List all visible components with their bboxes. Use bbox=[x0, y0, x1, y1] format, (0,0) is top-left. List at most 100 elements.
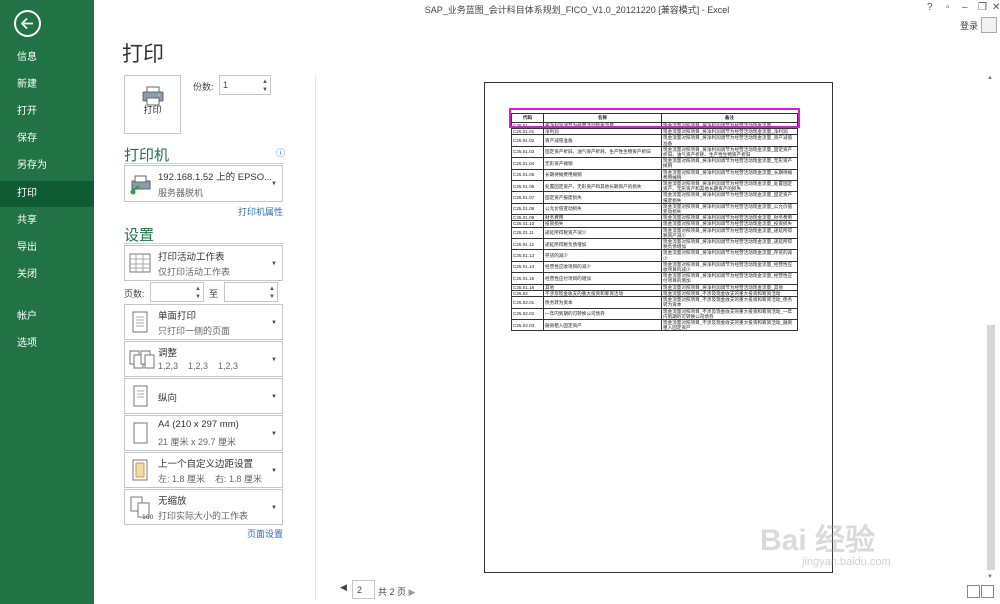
printer-divider bbox=[124, 163, 284, 164]
table-row: C25.01.06 处置固定资产、无形资产和其他长期资产的损失 现金流量对照项目_将… bbox=[511, 180, 798, 193]
print-button[interactable]: 打印 bbox=[124, 75, 181, 134]
print-what-select[interactable]: 打印活动工作表 仅打印活动工作表 ▼ bbox=[124, 245, 283, 281]
table-row: C25.01.08 公允价值变动损失 现金流量对照项目_将净利润调节为经营活动现金流… bbox=[511, 202, 798, 216]
chevron-down-icon: ▼ bbox=[271, 394, 277, 400]
scroll-down-icon[interactable]: ▼ bbox=[987, 574, 993, 580]
close-button[interactable]: ✕ bbox=[992, 2, 1000, 13]
table-row: C25.01.02 资产减值准备 现金流量对照项目_将净利润调节为经营活动现金流量_… bbox=[511, 134, 798, 147]
paper-size-select[interactable]: A4 (210 x 297 mm) 21 厘米 x 29.7 厘米 ▼ bbox=[124, 415, 283, 451]
collate-select[interactable]: 调整 1,2,3 1,2,3 1,2,3 ▼ bbox=[124, 341, 283, 377]
table-row: C25.01.14 经营性应收项目的减少 现金流量对照项目_将净利润调节为经营活动现… bbox=[511, 260, 798, 274]
cell-name: 无形资产摊销 bbox=[543, 157, 662, 170]
table-row: C25.02.01 债务转为资本 现金流量对照项目_不涉及现金收支的重大投资和筹资活… bbox=[511, 296, 798, 309]
settings-divider bbox=[124, 243, 284, 244]
table-row: C25.01.07 固定资产报废损失 现金流量对照项目_将净利润调节为经营活动现金流… bbox=[511, 191, 798, 204]
orientation-select[interactable]: 纵向 ▼ bbox=[124, 378, 283, 414]
collate-main: 调整 bbox=[158, 348, 178, 359]
cell-code: C25.01.15 bbox=[511, 272, 544, 285]
table-row: C25.01.03 固定资产折旧、油气资产折耗、生产性生物资产折旧 现金流量对照项目… bbox=[511, 145, 798, 159]
settings-section-title: 设置 bbox=[124, 227, 155, 244]
cell-remark: 现金流量对照项目_不涉及现金收支的重大投资和筹资活动 bbox=[661, 289, 798, 298]
page-setup-link[interactable]: 页面设置 bbox=[247, 527, 283, 540]
page-to-stepper[interactable]: ▲ ▼ bbox=[224, 282, 278, 302]
scroll-thumb[interactable] bbox=[987, 325, 995, 570]
network-printer-icon bbox=[130, 175, 151, 195]
cell-remark: 现金流量对照项目_不涉及现金收支的重大投资和筹资活动_债务转为资本 bbox=[661, 296, 798, 309]
nav-item-3[interactable]: 保存 bbox=[0, 126, 94, 152]
cell-remark: 现金流量对照项目_将净利润调节为经营活动现金流量_财务费用 bbox=[661, 214, 798, 222]
next-page-icon[interactable]: ▶ bbox=[409, 587, 416, 597]
minimize-button[interactable]: – bbox=[962, 2, 968, 13]
cell-name: 经营性应收项目的减少 bbox=[543, 260, 662, 274]
nav-item-0[interactable]: 信息 bbox=[0, 45, 94, 71]
preview-scrollbar[interactable]: ▲ ▼ bbox=[985, 75, 997, 580]
copies-label: 份数: bbox=[193, 82, 214, 92]
nav-item-9[interactable]: 帐户 bbox=[0, 304, 94, 330]
spin-up-icon[interactable]: ▲ bbox=[262, 79, 268, 85]
spin-up-icon[interactable]: ▲ bbox=[269, 286, 275, 292]
cell-remark: 现金流量对照项目_将净利润调节为经营活动现金流量_经营性应付项目的增加 bbox=[661, 272, 798, 285]
spin-down-icon[interactable]: ▼ bbox=[195, 294, 201, 300]
cell-code: C25.02.02 bbox=[511, 307, 544, 320]
spin-down-icon[interactable]: ▼ bbox=[262, 87, 268, 93]
table-row: C25.01.05 长期待摊费用摊销 现金流量对照项目_将净利润调节为经营活动现金流… bbox=[511, 168, 798, 182]
page-title: 打印 bbox=[122, 43, 164, 66]
page-number-input[interactable]: 2 bbox=[352, 580, 375, 599]
printer-properties-link[interactable]: 打印机属性 bbox=[238, 205, 283, 218]
cell-remark: 现金流量对照项目_将净利润调节为经营活动现金流量_其他 bbox=[661, 283, 798, 291]
restore-button[interactable]: ❐ bbox=[978, 2, 987, 13]
no-scaling-icon: 100 bbox=[130, 496, 154, 521]
backstage-nav: 信息 新建 打开 保存 另存为 打印 共享 导出 关闭帐户 选项 bbox=[0, 0, 94, 604]
printer-select[interactable]: 192.168.1.52 上的 EPSO... 服务器脱机 ▼ bbox=[124, 165, 283, 202]
cell-name: 债务转为资本 bbox=[543, 296, 662, 309]
cell-code: C25.01.11 bbox=[511, 226, 544, 240]
scroll-up-icon[interactable]: ▲ bbox=[987, 75, 993, 81]
printer-name: 192.168.1.52 上的 EPSO... bbox=[158, 172, 273, 183]
page-total-text: 共 2 页 bbox=[378, 587, 407, 597]
login-link[interactable]: 登录 bbox=[960, 19, 978, 32]
nav-item-7[interactable]: 导出 bbox=[0, 235, 94, 261]
margins-sub: 左: 1.8 厘米 右: 1.8 厘米 bbox=[158, 474, 263, 484]
cell-remark: 现金流量对照项目_将净利润调节为经营活动现金流量_固定资产折旧、油气资产折耗、生… bbox=[661, 145, 798, 159]
scaling-select[interactable]: 100 无缩放 打印实际大小的工作表 ▼ bbox=[124, 489, 283, 525]
view-buttons bbox=[967, 585, 995, 603]
info-icon[interactable]: ⓘ bbox=[276, 146, 285, 159]
cell-remark: 现金流量对照项目_将净利润调节为经营活动现金流量_公允价值变动损失 bbox=[661, 202, 798, 216]
nav-item-8[interactable]: 关闭 bbox=[0, 262, 94, 288]
nav-item-1[interactable]: 新建 bbox=[0, 72, 94, 98]
nav-item-5[interactable]: 打印 bbox=[0, 181, 94, 207]
page-from-stepper[interactable]: ▲ ▼ bbox=[150, 282, 204, 302]
sides-select[interactable]: 单面打印 只打印一侧的页面 ▼ bbox=[124, 304, 283, 340]
spin-up-icon[interactable]: ▲ bbox=[195, 286, 201, 292]
cell-code: C25.01.04 bbox=[511, 157, 544, 170]
nav-item-2[interactable]: 打开 bbox=[0, 99, 94, 125]
orientation-value: 纵向 bbox=[158, 393, 178, 404]
margins-icon bbox=[132, 459, 148, 481]
margins-select[interactable]: 上一个自定义边距设置 左: 1.8 厘米 右: 1.8 厘米 ▼ bbox=[124, 452, 283, 488]
cell-code: C25.02.03 bbox=[511, 318, 544, 332]
cell-remark: 现金流量对照项目_将净利润调节为经营活动现金流量_递延所得税资产减少 bbox=[661, 226, 798, 240]
copies-stepper[interactable]: 1 ▲ ▼ bbox=[219, 75, 271, 95]
preview-divider bbox=[315, 75, 316, 600]
prev-page-icon[interactable]: ◀ bbox=[340, 582, 347, 593]
svg-text:100: 100 bbox=[142, 514, 154, 521]
back-arrow-icon bbox=[20, 17, 33, 30]
help-button[interactable]: ? bbox=[927, 2, 933, 13]
back-button[interactable] bbox=[14, 10, 41, 37]
user-avatar-icon[interactable] bbox=[981, 17, 997, 33]
spin-down-icon[interactable]: ▼ bbox=[269, 294, 275, 300]
copies-value: 1 bbox=[223, 80, 229, 90]
nav-item-6[interactable]: 共享 bbox=[0, 208, 94, 234]
show-margins-icon[interactable] bbox=[967, 585, 980, 598]
table-row: C25.01.04 无形资产摊销 现金流量对照项目_将净利润调节为经营活动现金流量_… bbox=[511, 157, 798, 170]
zoom-to-page-icon[interactable] bbox=[981, 585, 994, 598]
nav-item-4[interactable]: 另存为 bbox=[0, 153, 94, 179]
cell-name: 固定资产折旧、油气资产折耗、生产性生物资产折旧 bbox=[543, 145, 662, 159]
watermark-url: jingyan.baidu.com bbox=[802, 556, 891, 568]
nav-item-10[interactable]: 选项 bbox=[0, 331, 94, 357]
ribbon-display-icon[interactable]: ▫ bbox=[946, 2, 950, 13]
cell-remark: 现金流量对照项目_将净利润调节为经营活动现金流量_资产减值准备 bbox=[661, 134, 798, 147]
watermark-logo: Bai 经验 bbox=[760, 524, 876, 557]
paper-size-main: A4 (210 x 297 mm) bbox=[158, 419, 239, 430]
scaling-sub: 打印实际大小的工作表 bbox=[158, 511, 249, 521]
